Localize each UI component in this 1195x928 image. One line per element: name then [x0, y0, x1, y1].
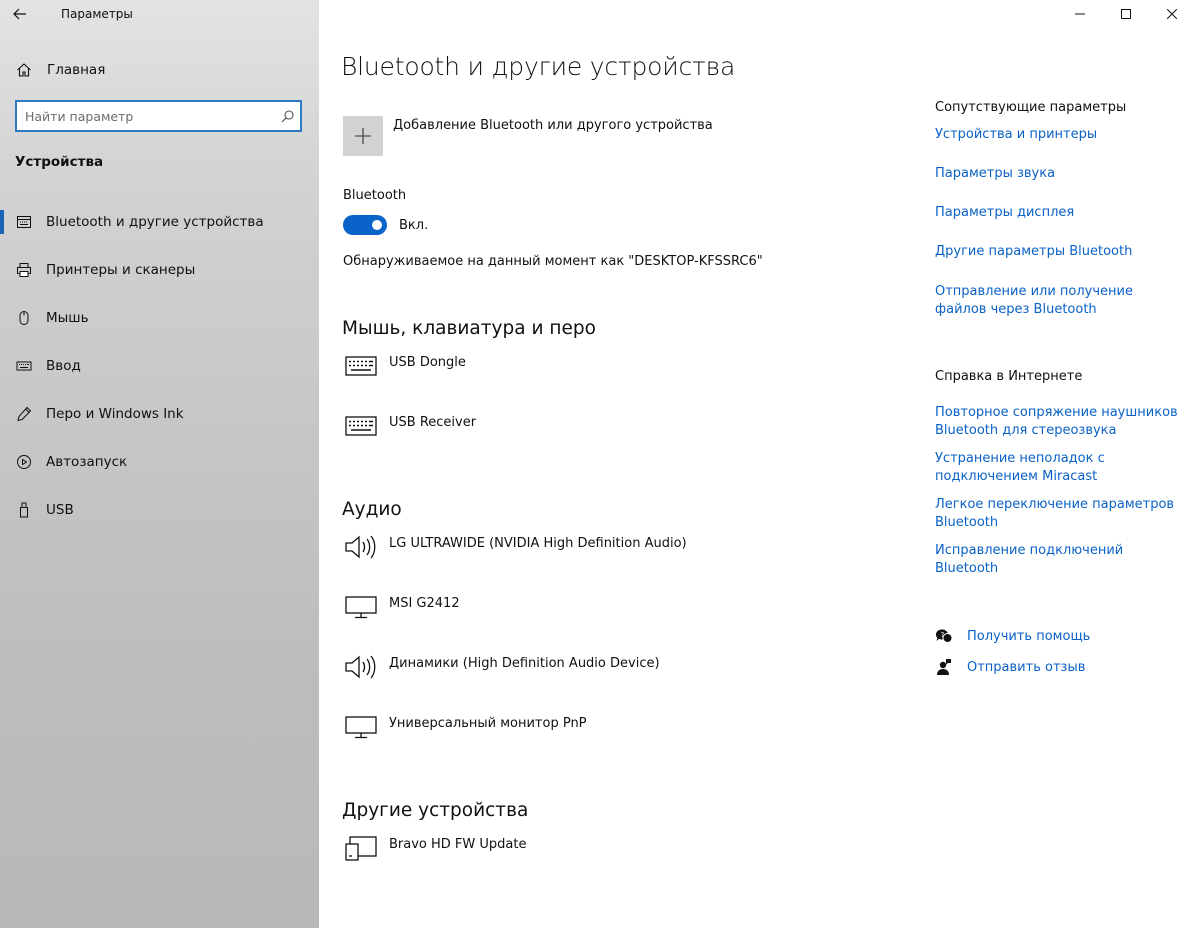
device-item[interactable]: Динамики (High Definition Audio Device): [343, 654, 903, 694]
back-button[interactable]: [0, 0, 40, 28]
bluetooth-devices-icon: [15, 213, 33, 231]
titlebar: Параметры: [0, 0, 319, 28]
send-feedback-label: Отправить отзыв: [967, 659, 1086, 675]
keyboard-icon: [343, 351, 379, 381]
section-heading-audio: Аудио: [342, 499, 402, 520]
keyboard-icon: [343, 411, 379, 441]
home-label: Главная: [47, 62, 106, 78]
link-send-receive-files[interactable]: Отправление или получение файлов через B…: [935, 283, 1180, 319]
link-more-bluetooth[interactable]: Другие параметры Bluetooth: [935, 243, 1180, 261]
toggle-knob: [372, 220, 382, 230]
link-display-settings[interactable]: Параметры дисплея: [935, 204, 1180, 222]
device-item[interactable]: USB Receiver: [343, 413, 903, 453]
device-name: MSI G2412: [389, 596, 460, 611]
section-heading-other: Другие устройства: [342, 800, 529, 821]
device-item[interactable]: MSI G2412: [343, 594, 903, 634]
device-name: USB Dongle: [389, 355, 466, 370]
usb-icon: [15, 501, 33, 519]
window-controls: [1057, 0, 1195, 28]
printer-icon: [15, 261, 33, 279]
sidebar-item-pen[interactable]: Перо и Windows Ink: [0, 390, 319, 438]
search-input[interactable]: [17, 102, 274, 130]
link-devices-printers[interactable]: Устройства и принтеры: [935, 126, 1180, 144]
pen-icon: [15, 405, 33, 423]
sidebar-item-autoplay[interactable]: Автозапуск: [0, 438, 319, 486]
sidebar-item-mouse[interactable]: Мышь: [0, 294, 319, 342]
add-device-label: Добавление Bluetooth или другого устройс…: [393, 118, 713, 133]
section-heading-input: Мышь, клавиатура и перо: [342, 318, 596, 339]
main-content: Bluetooth и другие устройства Добавление…: [319, 0, 919, 928]
page-title: Bluetooth и другие устройства: [341, 52, 736, 81]
sidebar-item-label: Bluetooth и другие устройства: [46, 214, 264, 230]
device-item[interactable]: Bravo HD FW Update: [343, 835, 903, 875]
monitor-icon: [343, 592, 379, 622]
svg-text:?: ?: [941, 631, 945, 639]
close-icon: [1167, 9, 1177, 19]
app-title: Параметры: [61, 7, 133, 21]
maximize-icon: [1121, 9, 1131, 19]
mouse-icon: [15, 309, 33, 327]
home-nav-item[interactable]: Главная: [0, 54, 319, 86]
minimize-icon: [1075, 13, 1085, 15]
chat-help-icon: ?: [935, 627, 953, 645]
bluetooth-state: Вкл.: [399, 217, 429, 233]
generic-device-icon: [343, 833, 379, 863]
sidebar-item-label: Мышь: [46, 310, 89, 326]
related-heading: Сопутствующие параметры: [935, 100, 1127, 115]
sidebar-nav: Bluetooth и другие устройства Принтеры и…: [0, 198, 319, 534]
home-icon: [15, 61, 33, 79]
speaker-icon: [343, 652, 379, 682]
speaker-icon: [343, 532, 379, 562]
autoplay-icon: [15, 453, 33, 471]
get-help-link[interactable]: ? Получить помощь: [935, 627, 1090, 645]
link-help-miracast[interactable]: Устранение неполадок с подключением Mira…: [935, 450, 1180, 486]
search-box[interactable]: [15, 100, 302, 132]
device-name: Универсальный монитор PnP: [389, 716, 587, 731]
close-button[interactable]: [1149, 0, 1195, 28]
sidebar-item-printers[interactable]: Принтеры и сканеры: [0, 246, 319, 294]
discoverable-text: Обнаруживаемое на данный момент как "DES…: [343, 254, 763, 269]
sidebar-item-usb[interactable]: USB: [0, 486, 319, 534]
link-sound-settings[interactable]: Параметры звука: [935, 165, 1180, 183]
add-icon: [343, 116, 383, 156]
link-help-switch-bluetooth[interactable]: Легкое переключение параметров Bluetooth: [935, 496, 1180, 532]
device-name: Bravo HD FW Update: [389, 837, 527, 852]
sidebar-item-label: USB: [46, 502, 74, 518]
web-help-heading: Справка в Интернете: [935, 369, 1083, 384]
sidebar-item-bluetooth[interactable]: Bluetooth и другие устройства: [0, 198, 319, 246]
sidebar-item-label: Принтеры и сканеры: [46, 262, 196, 278]
sidebar-item-label: Автозапуск: [46, 454, 128, 470]
link-help-repair-headphones[interactable]: Повторное сопряжение наушников Bluetooth…: [935, 404, 1180, 440]
sidebar-item-typing[interactable]: Ввод: [0, 342, 319, 390]
sidebar-item-label: Перо и Windows Ink: [46, 406, 184, 422]
device-name: LG ULTRAWIDE (NVIDIA High Definition Aud…: [389, 536, 687, 551]
link-help-fix-connections[interactable]: Исправление подключений Bluetooth: [935, 542, 1180, 578]
minimize-button[interactable]: [1057, 0, 1103, 28]
feedback-icon: [935, 658, 953, 676]
device-item[interactable]: Универсальный монитор PnP: [343, 714, 903, 754]
send-feedback-link[interactable]: Отправить отзыв: [935, 658, 1085, 676]
device-item[interactable]: LG ULTRAWIDE (NVIDIA High Definition Aud…: [343, 534, 903, 574]
bluetooth-toggle-row: Вкл.: [343, 215, 428, 235]
add-device-button[interactable]: Добавление Bluetooth или другого устройс…: [343, 116, 713, 156]
bluetooth-label: Bluetooth: [343, 188, 407, 203]
sidebar-section-label: Устройства: [15, 154, 104, 170]
device-item[interactable]: USB Dongle: [343, 353, 903, 393]
keyboard-icon: [15, 357, 33, 375]
search-icon[interactable]: [274, 102, 300, 130]
sidebar-item-label: Ввод: [46, 358, 81, 374]
sidebar: Параметры Главная Устройства Bluetooth и…: [0, 0, 319, 928]
bluetooth-toggle[interactable]: [343, 215, 387, 235]
device-name: Динамики (High Definition Audio Device): [389, 656, 660, 671]
device-name: USB Receiver: [389, 415, 477, 430]
get-help-label: Получить помощь: [967, 628, 1091, 644]
monitor-icon: [343, 712, 379, 742]
back-arrow-icon: [13, 8, 26, 20]
maximize-button[interactable]: [1103, 0, 1149, 28]
